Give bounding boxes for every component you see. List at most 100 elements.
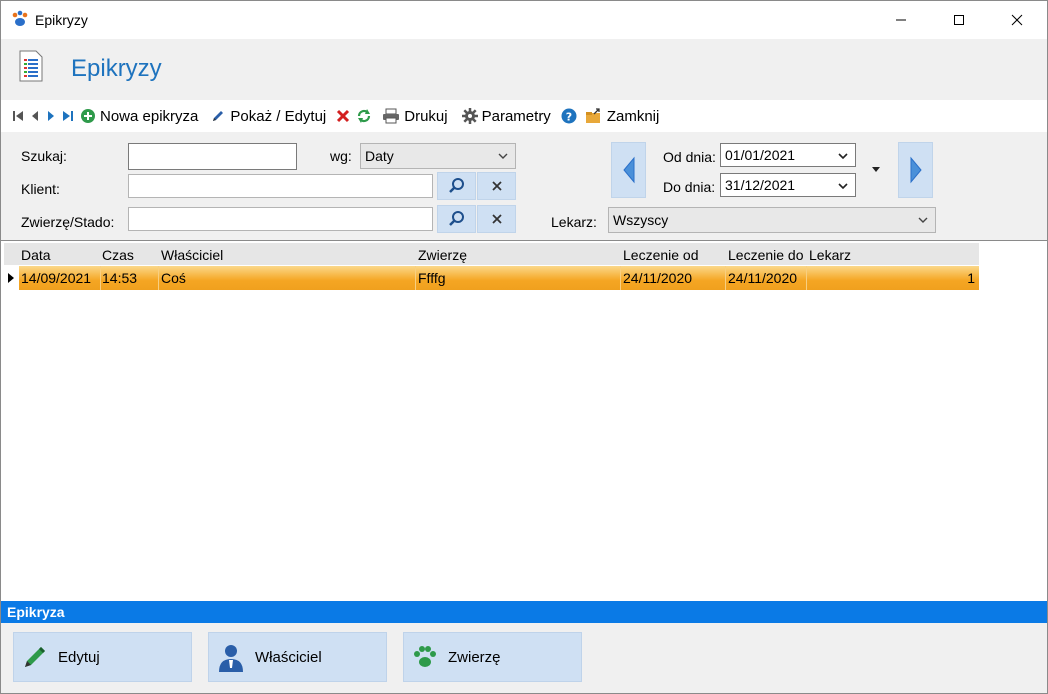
epikryzy-window: Epikryzy Epikryzy Nowa epikryza Pokaż / … [0, 0, 1048, 694]
minimize-icon [896, 19, 906, 21]
pencil-icon [25, 647, 45, 667]
section-title-bar: Epikryza [1, 601, 1047, 623]
refresh-button[interactable] [353, 103, 375, 129]
animal-label: Zwierzę [448, 648, 501, 666]
cell-czas: 14:53 [102, 270, 138, 286]
clear-x-icon [491, 214, 502, 224]
table-row[interactable]: 14/09/2021 14:53 Coś Ffffg 24/11/2020 24… [4, 266, 979, 290]
header-band: Epikryzy [1, 39, 1047, 100]
printer-icon [383, 108, 400, 124]
paw-icon [414, 646, 436, 667]
from-date-label: Od dnia: [663, 149, 716, 165]
cell-separator [620, 266, 621, 290]
new-epikryza-label: Nowa epikryza [100, 107, 199, 125]
arrow-right-icon [910, 156, 922, 184]
maximize-icon [954, 15, 964, 25]
last-icon [63, 111, 73, 121]
gear-icon [461, 108, 478, 124]
print-button[interactable]: Drukuj [379, 103, 450, 129]
column-header-leczenie-do[interactable]: Leczenie do [728, 247, 804, 263]
person-icon [219, 645, 243, 672]
plus-circle-icon [81, 109, 95, 123]
toolbar: Nowa epikryza Pokaż / Edytuj Drukuj Para… [1, 100, 1047, 132]
first-record-button[interactable] [9, 103, 27, 129]
filter-panel: Szukaj: wg: Daty Klient: Zwierzę/Stado: … [1, 132, 1047, 240]
pencil-icon [213, 111, 224, 121]
cell-data: 14/09/2021 [21, 270, 92, 286]
refresh-icon [358, 109, 371, 123]
close-window-button[interactable] [988, 1, 1046, 39]
cell-separator [725, 266, 726, 290]
new-epikryza-button[interactable]: Nowa epikryza [77, 103, 201, 129]
show-edit-button[interactable]: Pokaż / Edytuj [207, 103, 329, 129]
prev-icon [32, 111, 38, 121]
edit-label: Edytuj [58, 648, 100, 666]
row-pointer-icon [8, 273, 14, 283]
column-header-zwierze[interactable]: Zwierzę [418, 247, 467, 263]
help-button[interactable]: ? [558, 103, 580, 129]
close-button[interactable]: Zamknij [582, 103, 663, 129]
delete-button[interactable] [333, 103, 353, 129]
doctor-select[interactable]: Wszyscy [608, 207, 936, 233]
animal-clear-button[interactable] [477, 205, 516, 233]
to-date-value: 31/12/2021 [725, 177, 796, 193]
folder-exit-icon [585, 108, 600, 123]
caret-down-icon [872, 167, 880, 172]
doctor-label: Lekarz: [551, 214, 597, 230]
title-bar: Epikryzy [1, 1, 1047, 39]
row-cells: 14/09/2021 14:53 Coś Ffffg 24/11/2020 24… [19, 266, 979, 290]
delete-x-icon [337, 109, 350, 123]
cell-leczenie-od: 24/11/2020 [623, 270, 693, 286]
search-input[interactable] [128, 143, 297, 170]
column-header-leczenie-od[interactable]: Leczenie od [623, 247, 699, 263]
column-header-lekarz[interactable]: Lekarz [809, 247, 851, 263]
next-icon [48, 111, 54, 121]
row-indicator [4, 266, 18, 290]
cell-wlasciciel: Coś [161, 270, 186, 286]
parameters-label: Parametry [481, 107, 551, 125]
animal-button[interactable]: Zwierzę [403, 632, 582, 682]
column-header-data[interactable]: Data [21, 247, 51, 263]
last-record-button[interactable] [59, 103, 77, 129]
to-date-label: Do dnia: [663, 179, 716, 195]
prev-period-button[interactable] [611, 142, 646, 198]
arrow-left-icon [622, 156, 634, 184]
client-search-button[interactable] [437, 172, 476, 200]
client-clear-button[interactable] [477, 172, 516, 200]
client-input[interactable] [128, 174, 433, 198]
from-date-picker[interactable]: 01/01/2021 [720, 143, 856, 167]
by-select-value: Daty [365, 148, 394, 164]
chevron-down-icon [918, 217, 928, 223]
by-label: wg: [330, 148, 352, 164]
grid-header: Data Czas Właściciel Zwierzę Leczenie od… [4, 243, 979, 265]
chevron-down-icon [838, 153, 848, 160]
prev-record-button[interactable] [27, 103, 43, 129]
cell-separator [100, 266, 101, 290]
show-edit-label: Pokaż / Edytuj [230, 107, 327, 125]
maximize-button[interactable] [930, 1, 988, 39]
edit-button[interactable]: Edytuj [13, 632, 192, 682]
epikryzy-grid: Data Czas Właściciel Zwierzę Leczenie od… [1, 240, 1047, 600]
parameters-button[interactable]: Parametry [459, 103, 554, 129]
owner-button[interactable]: Właściciel [208, 632, 387, 682]
to-date-picker[interactable]: 31/12/2021 [720, 173, 856, 197]
search-icon [448, 178, 464, 193]
period-dropdown-button[interactable] [867, 162, 885, 178]
search-icon [448, 211, 464, 226]
column-header-czas[interactable]: Czas [102, 247, 134, 263]
cell-separator [415, 266, 416, 290]
column-header-wlasciciel[interactable]: Właściciel [161, 247, 223, 263]
cell-separator [158, 266, 159, 290]
cell-separator [806, 266, 807, 290]
from-date-value: 01/01/2021 [725, 147, 796, 163]
minimize-button[interactable] [872, 1, 930, 39]
page-title: Epikryzy [71, 55, 162, 82]
animal-search-button[interactable] [437, 205, 476, 233]
client-label: Klient: [21, 181, 60, 197]
animal-label: Zwierzę/Stado: [21, 214, 115, 230]
by-select[interactable]: Daty [360, 143, 516, 169]
next-period-button[interactable] [898, 142, 933, 198]
animal-input[interactable] [128, 207, 433, 231]
next-record-button[interactable] [43, 103, 59, 129]
search-label: Szukaj: [21, 148, 67, 164]
